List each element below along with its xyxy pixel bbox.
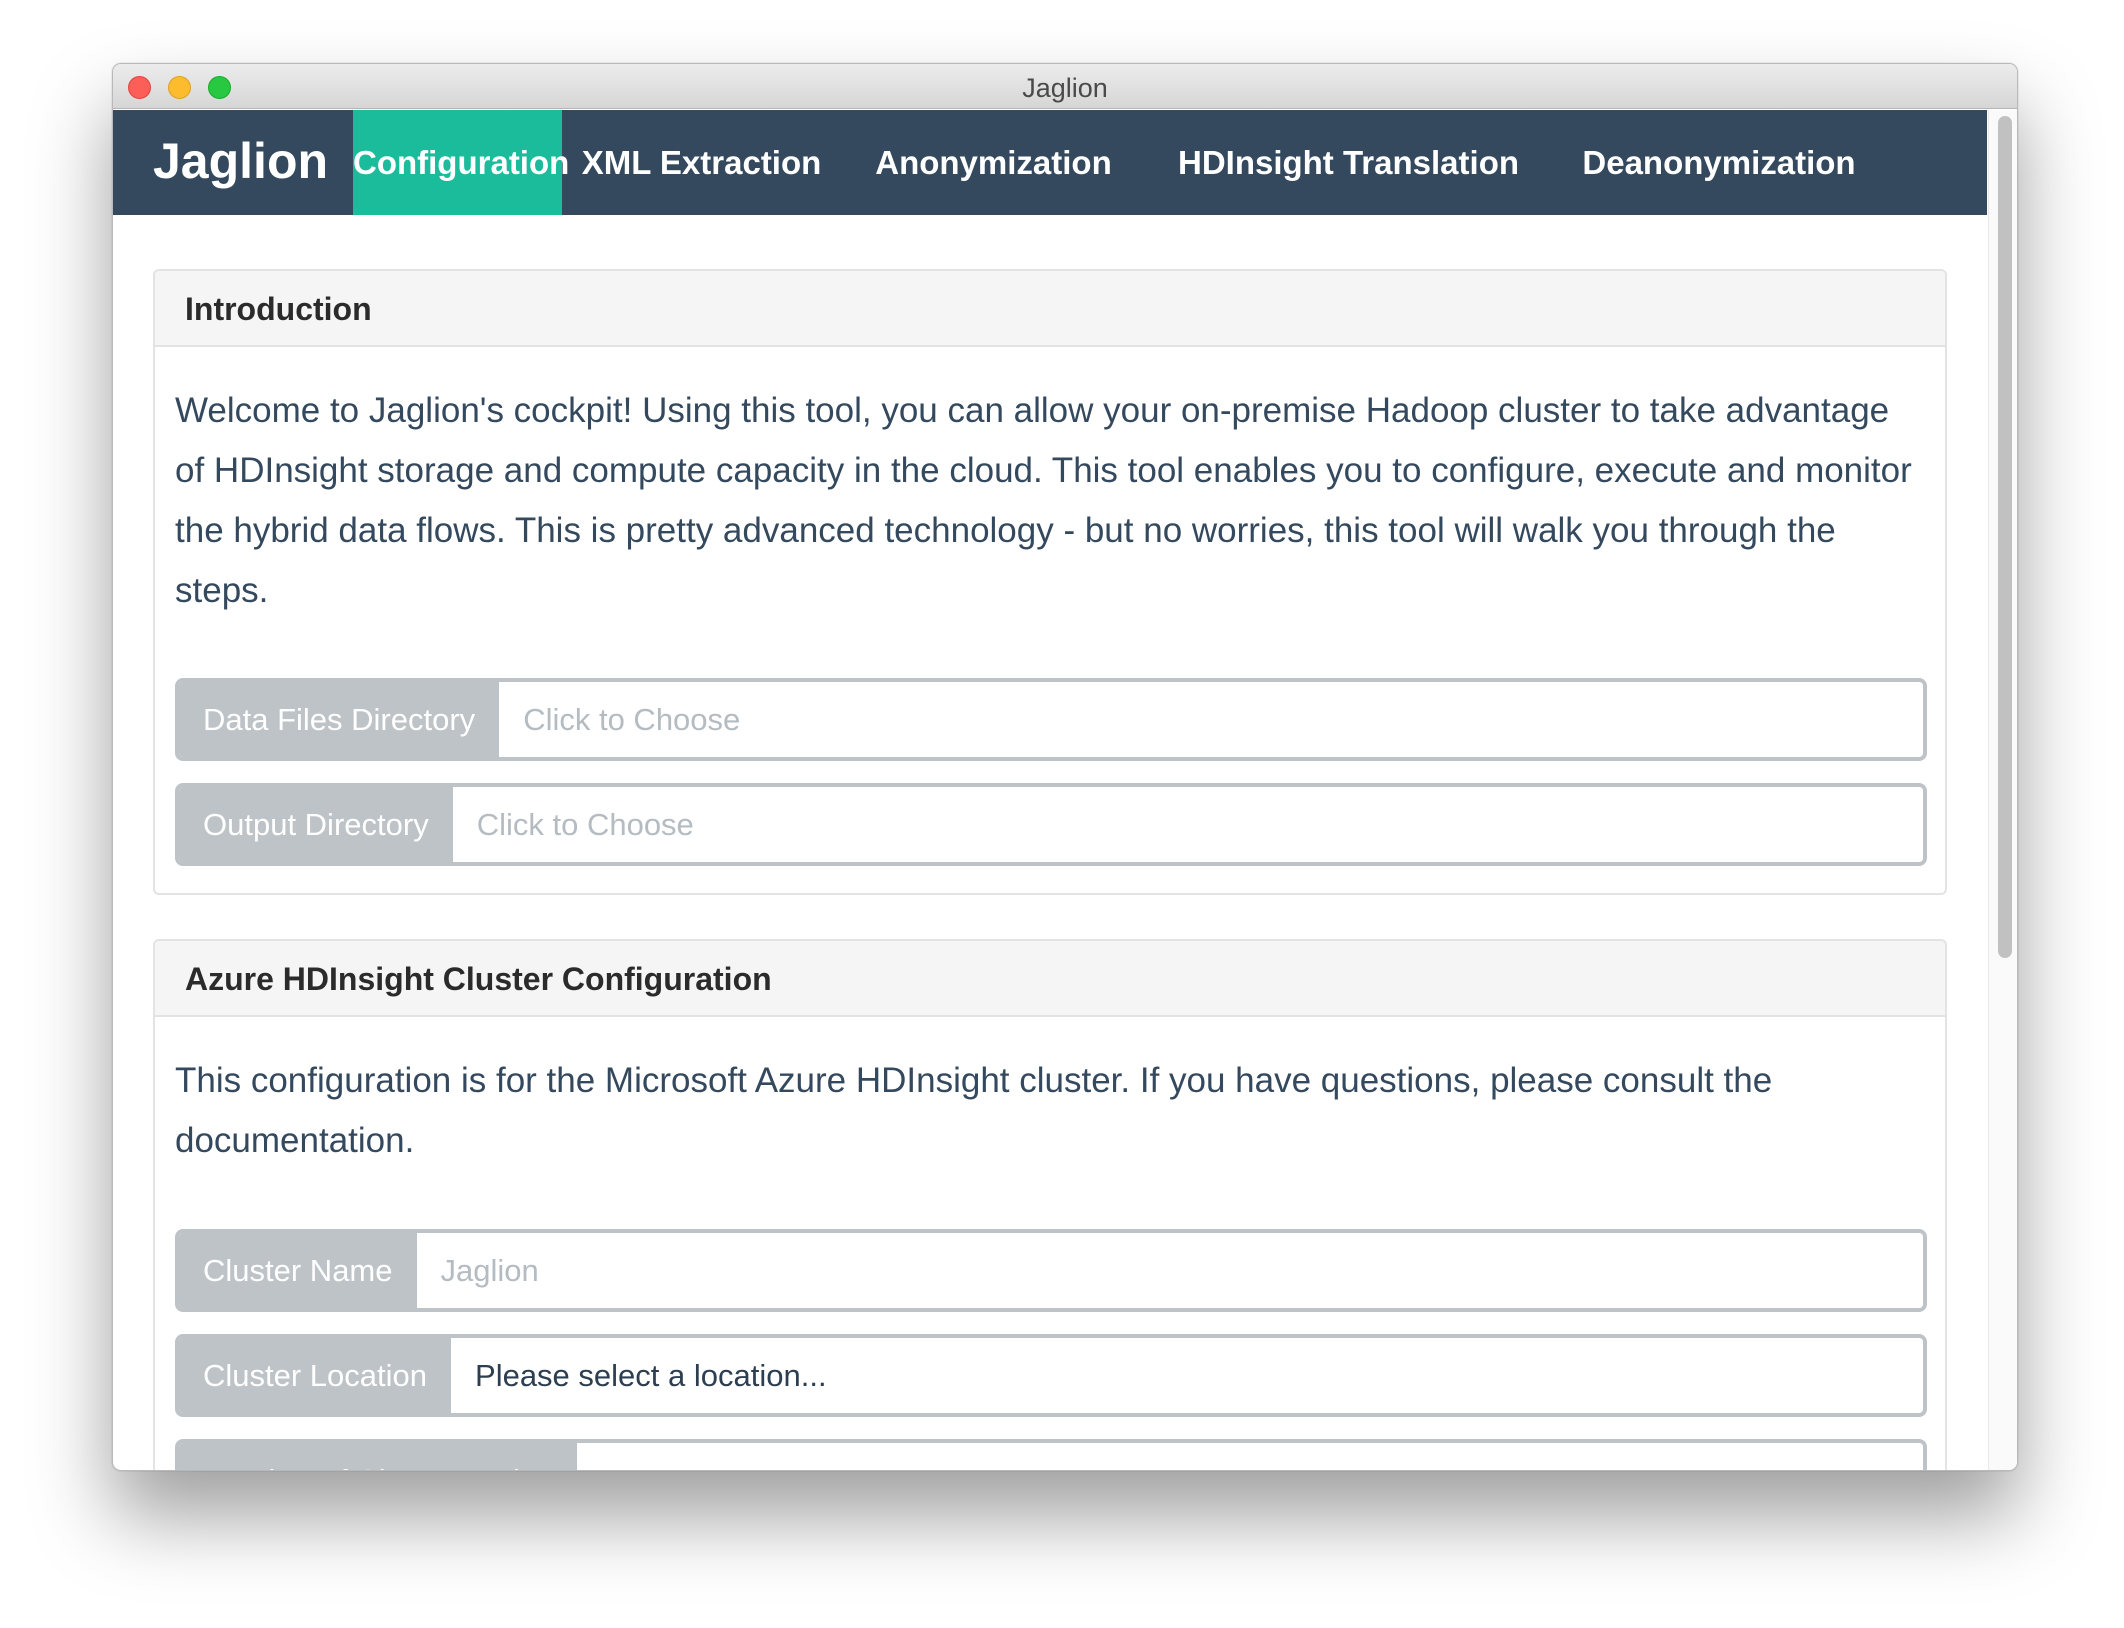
cluster-name-label: Cluster Name (179, 1233, 417, 1308)
introduction-text: Welcome to Jaglion's cockpit! Using this… (175, 391, 1912, 610)
cluster-name-group: Cluster Name (175, 1229, 1927, 1312)
tab-configuration[interactable]: Configuration (353, 110, 569, 215)
cluster-name-input[interactable] (416, 1233, 1923, 1308)
brand-logo[interactable]: Jaglion (153, 132, 328, 190)
cluster-location-label: Cluster Location (179, 1338, 452, 1413)
introduction-heading: Introduction (155, 271, 1945, 347)
output-directory-label: Output Directory (179, 787, 453, 862)
tab-hdinsight-translation[interactable]: HDInsight Translation (1146, 110, 1551, 215)
window-title: Jaglion (1022, 73, 1108, 103)
cluster-nodes-input[interactable] (576, 1443, 1923, 1470)
introduction-panel: Introduction Welcome to Jaglion's cockpi… (153, 269, 1947, 895)
tab-xml-extraction[interactable]: XML Extraction (562, 110, 841, 215)
output-directory-group: Output Directory (175, 783, 1927, 866)
tab-anonymization[interactable]: Anonymization (841, 110, 1146, 215)
azure-config-panel: Azure HDInsight Cluster Configuration Th… (153, 939, 1947, 1470)
title-bar: Jaglion (113, 64, 2017, 109)
azure-config-text: This configuration is for the Microsoft … (175, 1061, 1773, 1160)
data-files-directory-input[interactable] (499, 682, 1923, 757)
scrollbar-thumb[interactable] (1998, 116, 2012, 958)
cluster-nodes-label: Number of Cluster Nodes (179, 1443, 577, 1470)
data-files-directory-group: Data Files Directory (175, 678, 1927, 761)
cluster-location-group: Cluster Location Please select a locatio… (175, 1334, 1927, 1417)
cluster-nodes-group: Number of Cluster Nodes (175, 1439, 1927, 1470)
vertical-scrollbar[interactable] (1988, 110, 2017, 1470)
app-window: Jaglion Jaglion Configuration XML Extrac… (112, 63, 2018, 1471)
azure-config-heading: Azure HDInsight Cluster Configuration (155, 941, 1945, 1017)
navbar: Jaglion Configuration XML Extraction Ano… (113, 110, 1987, 215)
cluster-location-select[interactable]: Please select a location... (451, 1338, 1923, 1413)
output-directory-input[interactable] (452, 787, 1923, 862)
data-files-directory-label: Data Files Directory (179, 682, 500, 757)
tab-deanonymization[interactable]: Deanonymization (1551, 110, 1887, 215)
